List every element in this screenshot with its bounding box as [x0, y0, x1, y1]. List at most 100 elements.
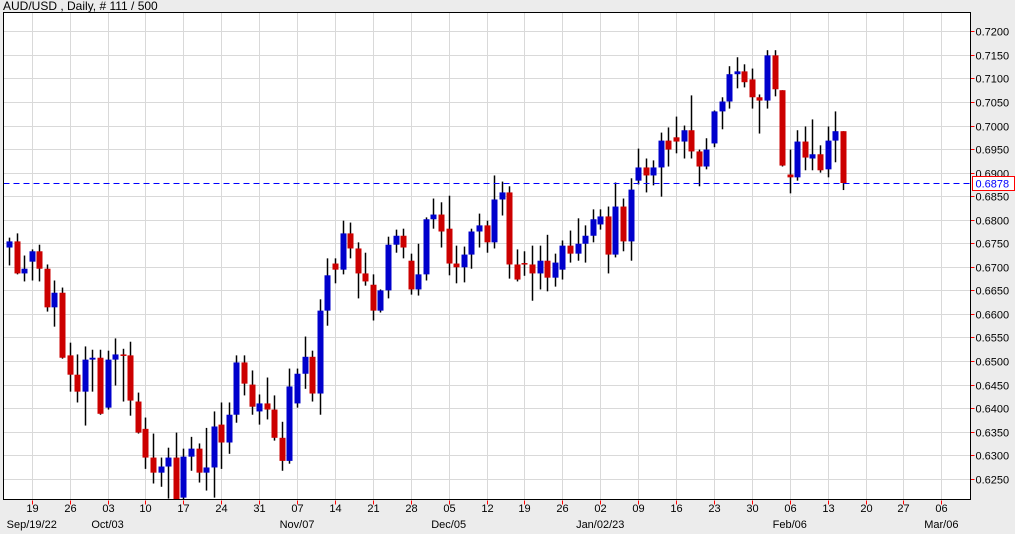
month-label: Dec/05 [431, 519, 466, 531]
month-label: Sep/19/22 [7, 519, 57, 531]
y-tick-label: 0.6500 [976, 357, 1010, 369]
candle-body-up [681, 130, 688, 142]
candle-body-up [302, 356, 309, 374]
candle-body-up [734, 71, 741, 75]
month-label: Oct/03 [91, 519, 123, 531]
candle-body-up [468, 231, 475, 255]
candle-body-down [332, 263, 339, 270]
x-tick-label: 23 [708, 503, 720, 515]
candle-body-down [150, 457, 157, 473]
candle-body-down [44, 268, 51, 308]
y-tick-label: 0.6350 [976, 428, 1010, 440]
candle-body-down [309, 356, 316, 394]
y-tick-label: 0.6550 [976, 333, 1010, 345]
candle-body-up [575, 243, 582, 254]
x-tick-label: 16 [670, 503, 682, 515]
x-tick-label: 03 [102, 503, 114, 515]
candle-body-down [696, 151, 703, 167]
candle-body-down [817, 154, 824, 171]
candle-body-down [438, 214, 445, 232]
candle-body-down [142, 428, 149, 458]
candle-body-down [36, 251, 43, 269]
x-tick-label: 06 [935, 503, 947, 515]
candle-body-down [196, 448, 203, 473]
candle-body-down [279, 437, 286, 461]
candle-body-up [582, 235, 589, 244]
x-tick-label: 28 [405, 503, 417, 515]
candle-body-down [772, 55, 779, 90]
candle-body-down [741, 71, 748, 83]
candle-body-up [764, 55, 771, 101]
candle-body-up [203, 467, 210, 473]
candle-body-up [6, 241, 13, 248]
candle [233, 355, 240, 423]
y-tick-label: 0.6250 [976, 475, 1010, 487]
candle [423, 217, 430, 281]
candle-body-up [415, 274, 422, 290]
candlestick-chart[interactable]: 0.6250 0.6300 0.6350 0.6400 0.6450 0.6500 0.65… [0, 0, 1015, 534]
x-tick-label: 27 [897, 503, 909, 515]
candle-body-down [567, 245, 574, 254]
candle-body-up [703, 149, 710, 167]
candle-body-up [597, 216, 604, 225]
candle-body-down [620, 206, 627, 242]
candle-body-down [97, 357, 104, 414]
candle-body-up [590, 219, 597, 236]
candle-body-up [89, 357, 96, 360]
candle-body-up [377, 290, 384, 311]
y-tick-label: 0.6300 [976, 451, 1010, 463]
candle-body-down [74, 374, 81, 392]
candle-body-down [643, 167, 650, 176]
candle-body-up [256, 403, 263, 412]
candle [59, 287, 66, 359]
candle-body-up [51, 292, 58, 308]
candle-body-up [29, 251, 36, 262]
candle-body-down [688, 130, 695, 152]
candle-body-up [294, 373, 301, 404]
x-tick-label: 07 [291, 503, 303, 515]
candle [840, 131, 847, 191]
candle-body-down [484, 225, 491, 243]
y-tick-label: 0.6650 [976, 286, 1010, 298]
candle-body-up [21, 268, 28, 274]
candle-body-down [840, 131, 847, 183]
candle-body-up [825, 140, 832, 170]
x-tick-label: 14 [329, 503, 341, 515]
candle-body-down [173, 457, 180, 500]
candle-body-down [120, 354, 127, 356]
current-price-label: 0.6878 [976, 179, 1010, 191]
candle-body-up [628, 189, 635, 242]
candle-body-down [408, 260, 415, 290]
candle-body-up [794, 141, 801, 178]
candle-body-down [521, 263, 528, 265]
x-tick-label: 19 [26, 503, 38, 515]
candle [377, 289, 384, 313]
candle-body-down [802, 141, 809, 158]
candle-body-down [370, 284, 377, 311]
candle-body-down [605, 216, 612, 255]
candle-body-up [317, 310, 324, 394]
x-tick-label: 24 [215, 503, 227, 515]
x-tick-label: 17 [177, 503, 189, 515]
x-tick-label: 09 [632, 503, 644, 515]
candle-body-down [59, 292, 66, 358]
y-tick-label: 0.6700 [976, 263, 1010, 275]
candle-body-down [544, 260, 551, 278]
candle-body-up [461, 254, 468, 268]
candle-body-up [393, 235, 400, 245]
candle-body-down [241, 362, 248, 384]
candle-body-up [711, 111, 718, 144]
candle-body-up [211, 426, 218, 468]
y-tick-label: 0.7050 [976, 98, 1010, 110]
x-tick-label: 26 [64, 503, 76, 515]
candle-body-down [271, 409, 278, 438]
candle-body-up [324, 275, 331, 311]
month-label: Jan/02/23 [576, 519, 624, 531]
candle-body-up [340, 233, 347, 270]
x-tick-label: 20 [860, 503, 872, 515]
candle-body-down [249, 384, 256, 407]
price-axis: 0.6250 0.6300 0.6350 0.6400 0.6450 0.6500 0.65… [970, 27, 1010, 487]
candle-body-up [385, 244, 392, 291]
candle-body-down [127, 355, 134, 401]
candle-body-up [552, 262, 559, 278]
